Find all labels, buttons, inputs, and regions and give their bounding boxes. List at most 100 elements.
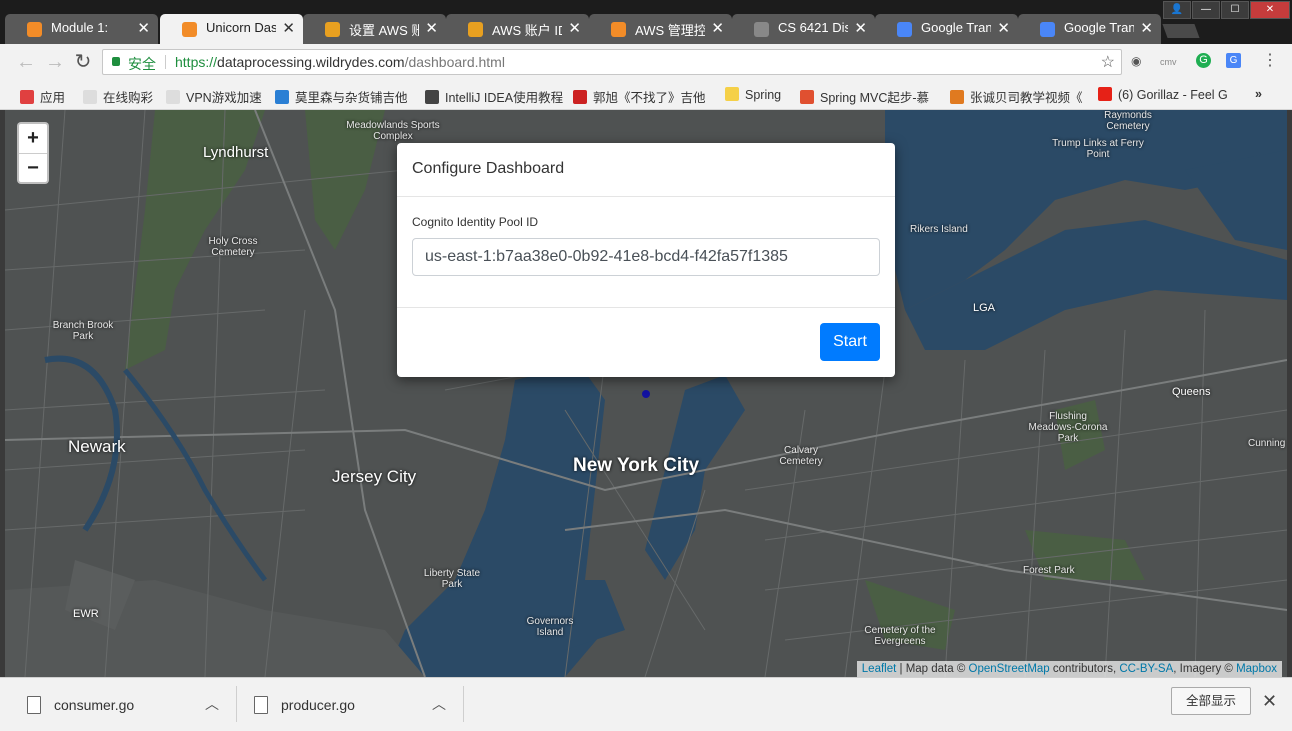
browser-tab[interactable]: AWS 管理控制 ✕	[589, 14, 732, 44]
map-label-evergreens: Cemetery of the Evergreens	[864, 625, 936, 647]
bookmark-label: 莫里森与杂货铺吉他	[295, 91, 408, 105]
browser-tab[interactable]: 设置 AWS 账户 ✕	[303, 14, 446, 44]
close-tab-icon[interactable]: ✕	[425, 19, 438, 37]
bookmark-item[interactable]: Spring MVC起步-慕	[800, 87, 929, 106]
identity-pool-label: Cognito Identity Pool ID	[412, 215, 539, 229]
tab-strip: Module 1: ✕ Unicorn Dashb ✕ 设置 AWS 账户 ✕ …	[0, 0, 1292, 44]
menu-icon[interactable]: ⋮	[1262, 50, 1278, 70]
page-icon	[83, 90, 97, 104]
bookmark-label: 应用	[40, 91, 66, 105]
url-scheme: https://	[175, 54, 218, 70]
browser-tab[interactable]: Module 1: ✕	[5, 14, 158, 44]
minimize-button[interactable]: —	[1192, 1, 1220, 19]
bookmark-label: IntelliJ IDEA使用教程	[445, 91, 564, 105]
chevron-up-icon[interactable]: ︿	[432, 694, 446, 714]
tab-title: AWS 账户 ID 及	[492, 23, 562, 38]
grammarly-icon[interactable]: G	[1196, 53, 1211, 68]
forward-arrow-icon[interactable]: →	[43, 50, 67, 74]
more-bookmarks-icon[interactable]: »	[1255, 87, 1262, 101]
download-item[interactable]: producer.go ︿	[227, 678, 462, 730]
bookmark-item[interactable]: 应用	[20, 87, 65, 106]
tab-title: Module 1:	[51, 20, 109, 35]
browser-toolbar: ← → ↻ 安全 https://dataprocessing.wildryde…	[0, 44, 1292, 80]
maximize-button[interactable]: ☐	[1221, 1, 1249, 19]
download-filename: consumer.go	[54, 697, 135, 713]
site-icon	[275, 90, 289, 104]
translate-icon[interactable]: G	[1226, 53, 1241, 68]
document-favicon-icon	[754, 22, 769, 37]
bookmark-label: 郭旭《不找了》吉他	[593, 91, 706, 105]
map-label-branch-brook: Branch Brook Park	[52, 320, 114, 342]
map-label-cunning: Cunning	[1248, 438, 1286, 449]
bookmark-label: 在线购彩	[103, 91, 154, 105]
close-tab-icon[interactable]: ✕	[282, 19, 295, 37]
site-icon	[425, 90, 439, 104]
close-tab-icon[interactable]: ✕	[997, 19, 1010, 37]
map-attribution: Leaflet | Map data © OpenStreetMap contr…	[856, 661, 1282, 677]
lock-icon	[112, 57, 120, 66]
close-tab-icon[interactable]: ✕	[854, 19, 867, 37]
close-tab-icon[interactable]: ✕	[1140, 19, 1153, 37]
bookmark-item[interactable]: (6) Gorillaz - Feel G	[1098, 87, 1228, 102]
zoom-in-button[interactable]: +	[19, 124, 47, 153]
close-tab-icon[interactable]: ✕	[137, 19, 150, 37]
divider	[463, 686, 464, 722]
bookmark-item[interactable]: 莫里森与杂货铺吉他	[275, 87, 408, 106]
browser-tab[interactable]: Google Transl ✕	[875, 14, 1018, 44]
close-tab-icon[interactable]: ✕	[568, 19, 581, 37]
map-label-queens: Queens	[1172, 386, 1211, 398]
bookmark-label: Spring	[745, 88, 782, 102]
back-arrow-icon[interactable]: ←	[14, 50, 38, 74]
map-label-meadowlands: Meadowlands Sports Complex	[346, 120, 440, 142]
bookmark-item[interactable]: 在线购彩	[83, 87, 153, 106]
attribution-text: , Imagery ©	[1173, 663, 1237, 675]
file-icon	[27, 696, 41, 714]
file-icon	[254, 696, 268, 714]
browser-tab[interactable]: AWS 账户 ID 及 ✕	[446, 14, 589, 44]
bookmark-item[interactable]: VPN游戏加速	[166, 87, 262, 106]
zoom-out-button[interactable]: −	[19, 153, 47, 183]
secure-label: 安全	[128, 56, 156, 72]
bookmark-item[interactable]: 张诚贝司教学视频《	[950, 87, 1083, 106]
close-tab-icon[interactable]: ✕	[711, 19, 724, 37]
browser-tab[interactable]: Google Transl ✕	[1018, 14, 1161, 44]
tab-title: Google Transl	[1064, 20, 1134, 35]
identity-pool-input[interactable]	[412, 238, 880, 276]
close-window-button[interactable]: ✕	[1250, 1, 1290, 19]
leaflet-link[interactable]: Leaflet	[862, 663, 897, 675]
tab-title: AWS 管理控制	[635, 23, 705, 38]
chevron-up-icon[interactable]: ︿	[205, 694, 219, 714]
map-label-trump-links: Trump Links at Ferry Point	[1052, 138, 1144, 160]
extension-icon[interactable]: cmv	[1160, 57, 1177, 67]
map-label-newark: Newark	[68, 437, 126, 456]
close-downloads-icon[interactable]: ✕	[1262, 691, 1277, 712]
download-item[interactable]: consumer.go ︿	[0, 678, 235, 730]
bookmark-item[interactable]: IntelliJ IDEA使用教程	[425, 87, 563, 106]
start-button[interactable]: Start	[820, 323, 880, 361]
bookmark-label: VPN游戏加速	[186, 91, 262, 105]
show-all-button[interactable]: 全部显示	[1171, 687, 1251, 715]
address-bar[interactable]: 安全 https://dataprocessing.wildrydes.com/…	[102, 49, 1122, 75]
site-icon	[573, 90, 587, 104]
user-icon[interactable]: 👤	[1163, 1, 1191, 19]
map-label-forest-park: Forest Park	[1023, 565, 1075, 576]
extension-icon[interactable]: ◉	[1131, 54, 1141, 68]
map-label-raymonds: Raymonds Cemetery	[1104, 110, 1152, 132]
reload-icon[interactable]: ↻	[71, 50, 95, 74]
attribution-text: contributors,	[1049, 663, 1120, 675]
browser-tab-active[interactable]: Unicorn Dashb ✕	[160, 14, 303, 44]
bookmark-item[interactable]: 郭旭《不找了》吉他	[573, 87, 706, 106]
tab-title: Google Transl	[921, 20, 991, 35]
license-link[interactable]: CC-BY-SA	[1119, 663, 1173, 675]
unicorn-marker[interactable]	[642, 390, 650, 398]
mapbox-link[interactable]: Mapbox	[1236, 663, 1277, 675]
bookmark-item[interactable]: Spring	[725, 87, 781, 102]
apps-icon	[20, 90, 34, 104]
bookmark-star-icon[interactable]: ☆	[1101, 52, 1115, 72]
modal-body: Cognito Identity Pool ID	[397, 197, 895, 308]
new-tab-button[interactable]	[1162, 24, 1200, 38]
aws-favicon-icon	[325, 22, 340, 37]
browser-tab[interactable]: CS 6421 Distri ✕	[732, 14, 875, 44]
osm-link[interactable]: OpenStreetMap	[969, 663, 1050, 675]
downloads-bar: consumer.go ︿ producer.go ︿ 全部显示 ✕	[0, 677, 1292, 731]
